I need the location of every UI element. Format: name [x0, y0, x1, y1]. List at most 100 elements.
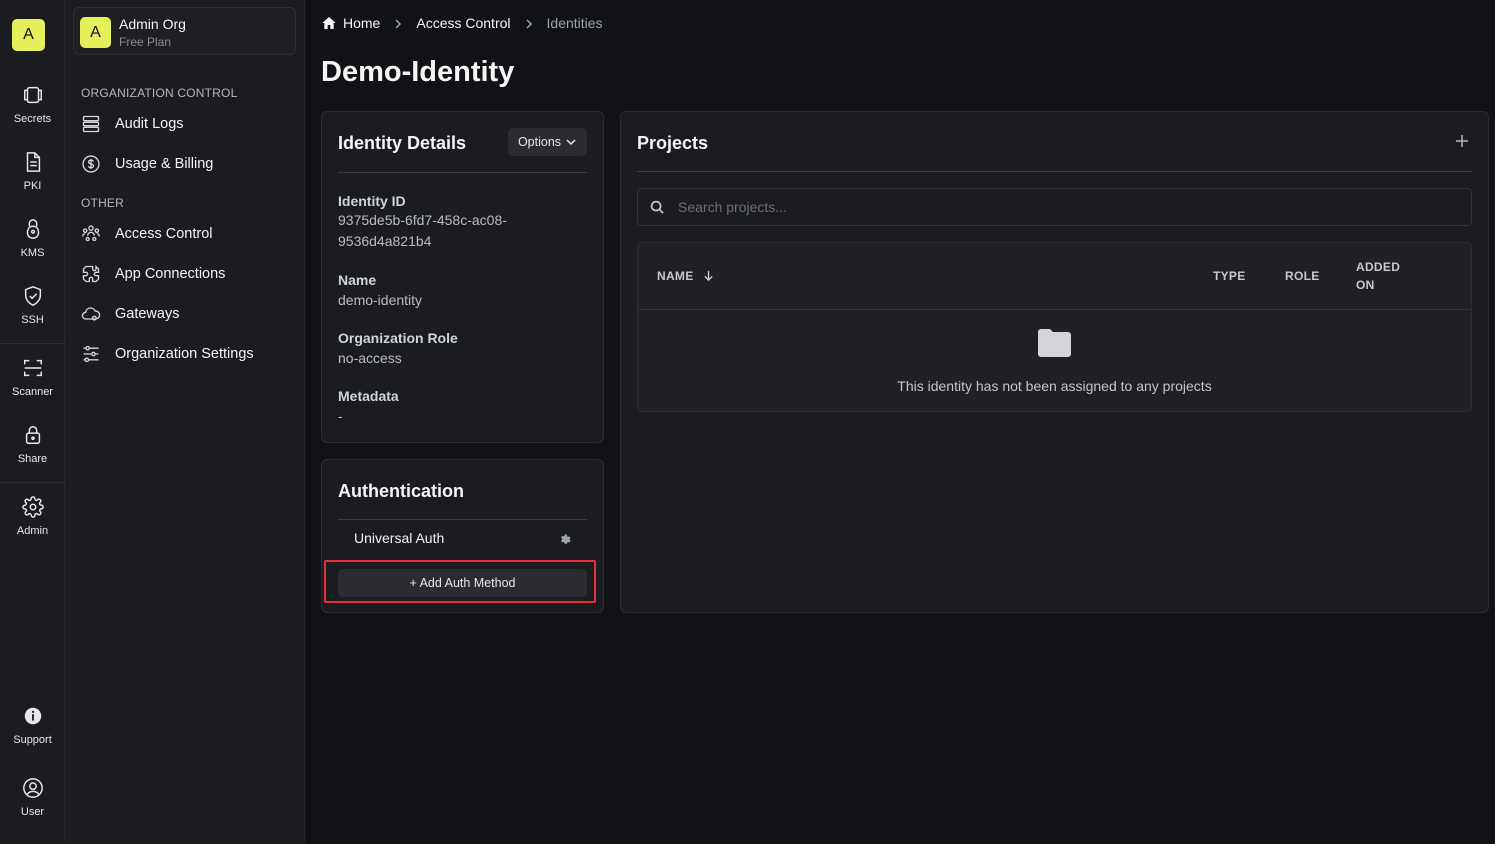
rail-item-admin[interactable]: Admin — [0, 496, 65, 556]
sidebar-item-gateways[interactable]: Gateways — [81, 300, 291, 328]
sidebar-item-organization-settings[interactable]: Organization Settings — [81, 340, 291, 368]
rail-divider — [0, 343, 65, 344]
metadata-label: Metadata — [338, 388, 399, 404]
sliders-icon — [81, 344, 101, 364]
add-auth-method-button[interactable]: + Add Auth Method — [338, 569, 587, 597]
rail-item-label: Support — [13, 734, 52, 746]
identity-id-value: 9375de5b-6fd7-458c-ac08- 9536d4a821b4 — [338, 210, 507, 252]
rail-item-label: PKI — [23, 180, 42, 192]
chevron-right-icon — [523, 17, 535, 29]
org-name: Admin Org — [119, 16, 186, 32]
plus-icon — [1456, 135, 1468, 147]
metadata-value: - — [338, 408, 343, 424]
page-title: Demo-Identity — [321, 56, 515, 88]
org-switcher[interactable]: A Admin Org Free Plan — [73, 7, 296, 55]
identity-id-line: 9375de5b-6fd7-458c-ac08- — [338, 212, 507, 228]
lock-icon — [22, 424, 44, 446]
sidebar-item-app-connections[interactable]: App Connections — [81, 260, 291, 288]
scanner-icon — [22, 357, 44, 379]
rail-item-kms[interactable]: KMS — [0, 218, 65, 278]
breadcrumb-identities: Identities — [546, 15, 603, 31]
organization-role-label: Organization Role — [338, 330, 458, 346]
search-input[interactable] — [678, 189, 1458, 225]
rail-item-label: User — [20, 806, 45, 818]
auth-method-universal-auth[interactable]: Universal Auth — [354, 530, 572, 550]
sidebar-item-label: Gateways — [115, 306, 180, 322]
column-role: ROLE — [1285, 269, 1320, 283]
rail-item-label: SSH — [21, 314, 44, 326]
search-icon — [650, 200, 665, 215]
projects-title: Projects — [637, 133, 709, 153]
sidebar-item-audit-logs[interactable]: Audit Logs — [81, 110, 291, 138]
rail-item-user[interactable]: User — [0, 777, 65, 837]
column-added-on-line: ADDED — [1356, 260, 1401, 274]
project-search — [637, 188, 1472, 226]
projects-card: Projects NAME TYPE ROLE ADDED ON This id… — [620, 111, 1489, 613]
breadcrumb-access-control[interactable]: Access Control — [416, 15, 510, 31]
rail-item-pki[interactable]: PKI — [0, 151, 65, 211]
options-label: Options — [517, 135, 562, 149]
kms-icon — [22, 218, 44, 240]
name-label: Name — [338, 272, 377, 288]
rail-item-ssh[interactable]: SSH — [0, 285, 65, 345]
sidebar-item-label: Access Control — [115, 226, 213, 242]
sidebar-item-label: App Connections — [115, 266, 226, 282]
name-value: demo-identity — [338, 292, 423, 308]
chevron-right-icon — [392, 17, 404, 29]
organization-role-value: no-access — [338, 350, 402, 366]
rail-item-share[interactable]: Share — [0, 424, 65, 484]
users-icon — [81, 224, 101, 244]
rail-item-label: Share — [17, 453, 48, 465]
empty-state-text: This identity has not been assigned to a… — [897, 378, 1212, 394]
breadcrumb: Home Access Control Identities — [321, 13, 603, 33]
column-added-on: ADDED ON — [1356, 258, 1400, 294]
icon-rail: A Secrets PKI KMS SSH Scanner Share Admi… — [0, 0, 65, 844]
breadcrumb-home[interactable]: Home — [343, 15, 380, 31]
rail-item-label: Admin — [16, 525, 49, 537]
dollar-icon — [81, 154, 101, 174]
add-project-button[interactable] — [1453, 132, 1471, 150]
projects-table: NAME TYPE ROLE ADDED ON This identity ha… — [637, 242, 1472, 412]
sidebar-item-label: Usage & Billing — [115, 156, 214, 172]
gear-icon — [21, 496, 44, 518]
rail-item-label: KMS — [20, 247, 45, 259]
list-icon — [81, 114, 101, 134]
section-heading-org-control: ORGANIZATION CONTROL — [81, 86, 238, 100]
puzzle-icon — [81, 264, 101, 284]
ssh-icon — [22, 285, 44, 307]
org-logo[interactable]: A — [12, 19, 45, 51]
sidebar: A Admin Org Free Plan ORGANIZATION CONTR… — [65, 0, 305, 844]
identity-details-title: Identity Details — [338, 133, 467, 153]
info-icon — [22, 705, 44, 727]
sidebar-item-label: Organization Settings — [115, 346, 254, 362]
org-plan: Free Plan — [119, 35, 172, 49]
folder-icon — [1038, 329, 1071, 357]
column-added-on-line: ON — [1356, 278, 1375, 292]
rail-item-label: Secrets — [13, 113, 52, 125]
sidebar-item-access-control[interactable]: Access Control — [81, 220, 291, 248]
rail-divider — [0, 482, 65, 483]
arrow-down-icon — [703, 270, 713, 282]
rail-item-secrets[interactable]: Secrets — [0, 84, 65, 144]
options-button[interactable]: Options — [508, 128, 587, 156]
rail-item-support[interactable]: Support — [0, 705, 65, 765]
column-name-label: NAME — [657, 269, 694, 283]
divider — [338, 519, 587, 520]
divider — [637, 171, 1472, 172]
identity-details-card: Identity Details Options Identity ID 937… — [321, 111, 604, 443]
chevron-down-icon — [566, 139, 576, 146]
rail-item-label: Scanner — [12, 386, 53, 398]
sidebar-item-usage-billing[interactable]: Usage & Billing — [81, 150, 291, 178]
org-avatar: A — [80, 17, 111, 48]
gear-icon[interactable] — [559, 532, 571, 544]
sidebar-item-label: Audit Logs — [115, 116, 184, 132]
authentication-title: Authentication — [338, 481, 464, 501]
secrets-icon — [22, 84, 44, 106]
rail-item-scanner[interactable]: Scanner — [0, 357, 65, 417]
identity-id-line: 9536d4a821b4 — [338, 233, 432, 249]
home-icon[interactable] — [321, 15, 337, 31]
column-name[interactable]: NAME — [657, 267, 715, 285]
table-header: NAME TYPE ROLE ADDED ON — [638, 243, 1471, 310]
cloud-icon — [81, 304, 101, 324]
identity-id-label: Identity ID — [338, 193, 406, 209]
